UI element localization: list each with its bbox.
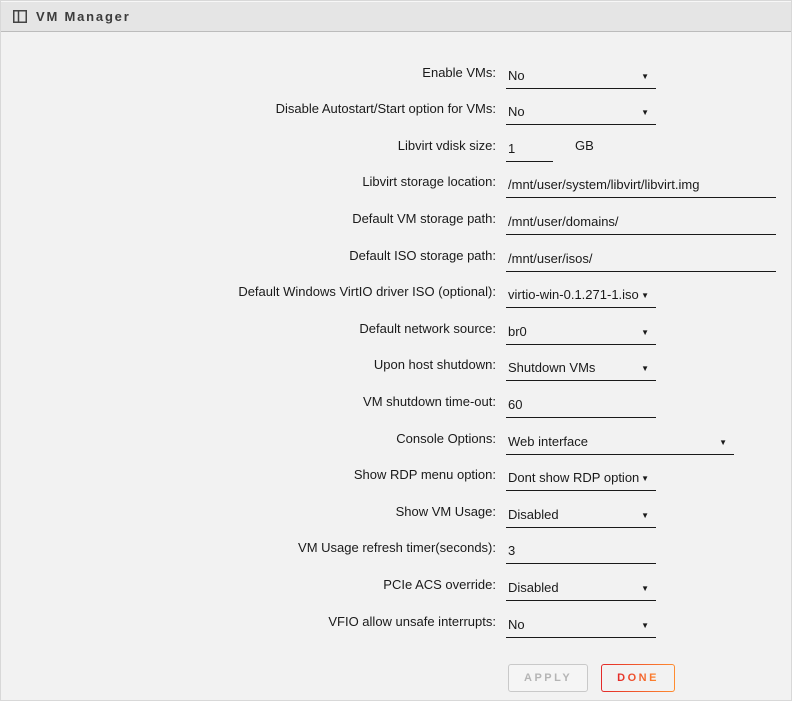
form-row: Show RDP menu option: Dont show RDP optio… — [1, 455, 791, 492]
form-row: Libvirt storage location: /mnt/user/syste… — [1, 162, 791, 199]
field-value: No — [508, 68, 525, 83]
field-label: Default ISO storage path: — [1, 248, 496, 272]
form-row: VM shutdown time-out: 60 — [1, 381, 791, 418]
dropdown-arrow-icon: ▼ — [641, 509, 656, 522]
form-row: Upon host shutdown: Shutdown VMs ▼ — [1, 345, 791, 382]
field-select[interactable]: Dont show RDP option▼ — [506, 470, 656, 491]
field-input[interactable]: /mnt/user/isos/ — [506, 251, 776, 272]
field-label: Default network source: — [1, 321, 496, 345]
dropdown-arrow-icon: ▼ — [641, 362, 656, 375]
dropdown-arrow-icon: ▼ — [641, 106, 656, 119]
form-row: Default VM storage path: /mnt/user/domain… — [1, 198, 791, 235]
form-row: VFIO allow unsafe interrupts: No ▼ — [1, 601, 791, 638]
dropdown-arrow-icon: ▼ — [641, 582, 656, 595]
field-select[interactable]: Disabled ▼ — [506, 580, 656, 601]
field-label: Disable Autostart/Start option for VMs: — [1, 101, 496, 125]
field-input[interactable]: /mnt/user/system/libvirt/libvirt.img — [506, 177, 776, 198]
field-value: Disabled — [508, 580, 559, 595]
field-value: No — [508, 104, 525, 119]
form-row: Show VM Usage: Disabled ▼ — [1, 491, 791, 528]
field-label: Libvirt vdisk size: — [1, 138, 496, 162]
field-input[interactable]: 1 — [506, 141, 553, 162]
field-value: 1 — [508, 141, 515, 156]
field-label: Enable VMs: — [1, 65, 496, 89]
field-select[interactable]: No ▼ — [506, 104, 656, 125]
field-value: No — [508, 617, 525, 632]
field-value: /mnt/user/system/libvirt/libvirt.img — [508, 177, 699, 192]
field-input[interactable]: 3 — [506, 543, 656, 564]
form-row: PCIe ACS override: Disabled ▼ — [1, 564, 791, 601]
field-select[interactable]: Disabled ▼ — [506, 507, 656, 528]
field-value: 3 — [508, 543, 515, 558]
dropdown-arrow-icon: ▼ — [719, 436, 734, 449]
field-value: Disabled — [508, 507, 559, 522]
field-value: /mnt/user/isos/ — [508, 251, 593, 266]
field-label: Show RDP menu option: — [1, 467, 496, 491]
settings-form: Enable VMs:No▼Disable Autostart/Start op… — [1, 32, 791, 638]
field-value: br0 — [508, 324, 527, 339]
done-button-label: DONE — [617, 672, 659, 684]
field-suffix: GB — [575, 138, 594, 162]
field-label: Default VM storage path: — [1, 211, 496, 235]
field-label: PCIe ACS override: — [1, 577, 496, 601]
field-input[interactable]: 60 — [506, 397, 656, 418]
field-select[interactable]: Shutdown VMs ▼ — [506, 360, 656, 381]
field-label: Upon host shutdown: — [1, 357, 496, 381]
dropdown-arrow-icon: ▼ — [641, 289, 656, 302]
field-label: Libvirt storage location: — [1, 174, 496, 198]
form-row: Console Options: Web interface ▼ — [1, 418, 791, 455]
form-row: Enable VMs: No ▼ — [1, 52, 791, 89]
field-select[interactable]: No ▼ — [506, 617, 656, 638]
form-row: Disable Autostart/Start option for VMs: N… — [1, 89, 791, 126]
field-select[interactable]: No ▼ — [506, 68, 656, 89]
dropdown-arrow-icon: ▼ — [641, 70, 656, 83]
field-label: Default Windows VirtIO driver ISO (optio… — [1, 284, 496, 308]
field-label: VFIO allow unsafe interrupts: — [1, 614, 496, 638]
dropdown-arrow-icon: ▼ — [641, 619, 656, 632]
apply-button[interactable]: APPLY — [508, 664, 588, 692]
field-input[interactable]: /mnt/user/domains/ — [506, 214, 776, 235]
field-label: VM Usage refresh timer(seconds): — [1, 540, 496, 564]
field-select[interactable]: Web interface ▼ — [506, 434, 734, 455]
field-label: VM shutdown time-out: — [1, 394, 496, 418]
field-select[interactable]: br0 ▼ — [506, 324, 656, 345]
page-header: VM Manager — [1, 1, 791, 32]
field-value: Shutdown VMs — [508, 360, 595, 375]
field-label: Show VM Usage: — [1, 504, 496, 528]
form-row: VM Usage refresh timer(seconds): 3 — [1, 528, 791, 565]
vm-manager-page: VM Manager Enable VMs:No▼Disable Autosta… — [0, 0, 792, 701]
field-value: Dont show RDP option — [508, 470, 639, 485]
dropdown-arrow-icon: ▼ — [641, 326, 656, 339]
field-value: /mnt/user/domains/ — [508, 214, 619, 229]
form-row: Default ISO storage path: /mnt/user/isos/ — [1, 235, 791, 272]
field-select[interactable]: virtio-win-0.1.271-1.iso▼ — [506, 287, 656, 308]
form-row: Default network source: br0 ▼ — [1, 308, 791, 345]
form-row: Libvirt vdisk size: 1 GB — [1, 125, 791, 162]
page-title: VM Manager — [36, 9, 131, 24]
button-bar: APPLY DONE — [1, 664, 791, 692]
columns-icon — [13, 10, 27, 23]
field-label: Console Options: — [1, 431, 496, 455]
dropdown-arrow-icon: ▼ — [641, 472, 656, 485]
field-value: virtio-win-0.1.271-1.iso — [508, 287, 639, 302]
field-value: Web interface — [508, 434, 588, 449]
done-button[interactable]: DONE — [601, 664, 675, 692]
form-row: Default Windows VirtIO driver ISO (optio… — [1, 272, 791, 309]
field-value: 60 — [508, 397, 522, 412]
